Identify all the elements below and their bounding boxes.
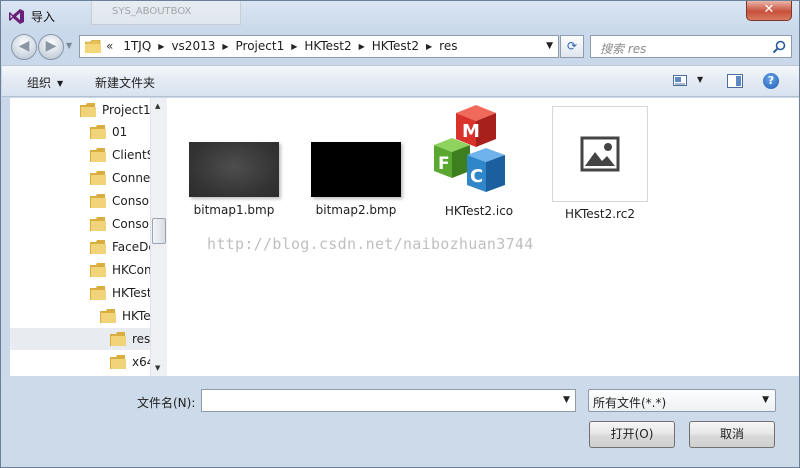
breadcrumb-res[interactable]: res bbox=[439, 39, 457, 53]
views-dropdown-icon[interactable]: ▼ bbox=[697, 75, 703, 84]
refresh-button[interactable]: ⟳ bbox=[560, 35, 584, 58]
folder-icon bbox=[85, 40, 101, 53]
folder-icon bbox=[80, 103, 96, 117]
visual-studio-icon bbox=[9, 9, 24, 24]
rc2-thumbnail bbox=[552, 106, 648, 202]
filename-dropdown-icon[interactable]: ▼ bbox=[563, 395, 570, 405]
tree-item-res[interactable]: res bbox=[10, 328, 150, 350]
file-name: HKTest2.rc2 bbox=[565, 207, 635, 221]
file-name: bitmap2.bmp bbox=[315, 203, 397, 217]
svg-text:M: M bbox=[462, 121, 480, 142]
search-input[interactable]: 搜索 res bbox=[590, 35, 792, 58]
import-dialog: 导入 SYS_ABOUTBOX ✕ ◀ ▶ ▼ « 1TJQ ▶ vs2013 … bbox=[0, 0, 800, 468]
folder-icon bbox=[90, 263, 106, 277]
tree-scrollbar[interactable]: ▲ ▼ bbox=[150, 98, 167, 376]
search-placeholder: 搜索 res bbox=[600, 42, 647, 56]
tree-item-hktest[interactable]: HKTest bbox=[90, 282, 150, 304]
folder-icon bbox=[100, 309, 116, 323]
file-list: bitmap1.bmp bitmap2.bmp M F C HKTest2.ic… bbox=[167, 98, 799, 376]
new-folder-button[interactable]: 新建文件夹 bbox=[95, 74, 155, 91]
breadcrumb-1tjq[interactable]: 1TJQ bbox=[123, 39, 151, 53]
file-type-select[interactable]: 所有文件(*.*) ▼ bbox=[588, 389, 776, 412]
recent-locations-dropdown-icon[interactable]: ▼ bbox=[66, 41, 72, 50]
folder-icon bbox=[110, 355, 126, 369]
breadcrumb-vs2013[interactable]: vs2013 bbox=[171, 39, 215, 53]
breadcrumb-project1[interactable]: Project1 bbox=[236, 39, 285, 53]
background-document-tab: SYS_ABOUTBOX bbox=[91, 1, 241, 25]
folder-icon bbox=[90, 240, 106, 254]
file-bitmap1[interactable]: bitmap1.bmp bbox=[184, 142, 284, 217]
address-bar[interactable]: « 1TJQ ▶ vs2013 ▶ Project1 ▶ HKTest2 ▶ H… bbox=[79, 35, 559, 58]
bitmap1-thumbnail bbox=[189, 142, 279, 197]
forward-button[interactable]: ▶ bbox=[38, 34, 64, 60]
tree-item-conne[interactable]: Conne bbox=[90, 167, 150, 189]
chevron-down-icon: ▼ bbox=[762, 395, 769, 405]
breadcrumb-hktest2[interactable]: HKTest2 bbox=[304, 39, 351, 53]
tree-item-clients[interactable]: ClientS bbox=[90, 144, 150, 166]
watermark-text: http://blog.csdn.net/naibozhuan3744 bbox=[207, 235, 534, 253]
back-button[interactable]: ◀ bbox=[11, 34, 37, 60]
tree-item-consol-2[interactable]: Consol bbox=[90, 213, 150, 235]
chevron-right-icon[interactable]: ▶ bbox=[222, 42, 228, 51]
breadcrumb-hktest2-sub[interactable]: HKTest2 bbox=[372, 39, 419, 53]
bitmap2-thumbnail bbox=[311, 142, 401, 197]
tree-item-x64[interactable]: x64 bbox=[110, 351, 150, 373]
tree-item-consol-1[interactable]: Consol bbox=[90, 190, 150, 212]
folder-icon bbox=[90, 148, 106, 162]
filename-label: 文件名(N): bbox=[137, 396, 196, 410]
change-view-icon[interactable] bbox=[673, 75, 687, 86]
scroll-up-icon[interactable]: ▲ bbox=[155, 102, 160, 110]
tree-item-project1[interactable]: Project1 bbox=[80, 99, 150, 121]
tree-item-hkcon[interactable]: HKCon bbox=[90, 259, 150, 281]
preview-pane-icon[interactable] bbox=[727, 74, 743, 88]
chevron-right-icon[interactable]: ▶ bbox=[291, 42, 297, 51]
breadcrumb-overflow[interactable]: « bbox=[106, 39, 113, 53]
svg-text:C: C bbox=[470, 166, 483, 187]
folder-icon bbox=[90, 125, 106, 139]
scroll-down-icon[interactable]: ▼ bbox=[155, 364, 160, 372]
scrollbar-thumb[interactable] bbox=[152, 218, 166, 244]
mfc-cubes-icon: M F C bbox=[434, 105, 505, 192]
filename-field[interactable] bbox=[201, 389, 576, 412]
folder-icon bbox=[90, 286, 106, 300]
title-bar: 导入 SYS_ABOUTBOX ✕ bbox=[1, 1, 799, 31]
file-name: bitmap1.bmp bbox=[193, 203, 275, 217]
chevron-right-icon[interactable]: ▶ bbox=[359, 42, 365, 51]
dialog-title: 导入 bbox=[31, 10, 56, 24]
image-file-icon bbox=[580, 136, 620, 172]
file-type-value: 所有文件(*.*) bbox=[593, 396, 667, 410]
chevron-right-icon[interactable]: ▶ bbox=[426, 42, 432, 51]
breadcrumb: « 1TJQ ▶ vs2013 ▶ Project1 ▶ HKTest2 ▶ H… bbox=[106, 39, 457, 53]
folder-icon bbox=[90, 171, 106, 185]
chevron-down-icon: ▼ bbox=[57, 79, 64, 88]
folder-tree: Project1 01 ClientS Conne Consol Consol … bbox=[10, 98, 150, 376]
file-hktest2-rc2[interactable]: HKTest2.rc2 bbox=[550, 106, 650, 221]
command-toolbar: 组织 ▼ 新建文件夹 ▼ ? bbox=[2, 65, 799, 97]
tree-item-facede[interactable]: FaceDe bbox=[90, 236, 150, 258]
close-button[interactable]: ✕ bbox=[746, 1, 792, 21]
tree-item-hkte[interactable]: HKTe bbox=[100, 305, 150, 327]
address-dropdown-icon[interactable]: ▼ bbox=[546, 41, 553, 51]
file-bitmap2[interactable]: bitmap2.bmp bbox=[306, 142, 406, 217]
tree-item-01[interactable]: 01 bbox=[90, 121, 127, 143]
file-name: HKTest2.ico bbox=[444, 204, 514, 218]
folder-icon bbox=[110, 332, 126, 346]
folder-icon bbox=[90, 217, 106, 231]
organize-menu[interactable]: 组织 ▼ bbox=[27, 74, 63, 91]
search-icon[interactable] bbox=[772, 40, 786, 54]
open-button[interactable]: 打开(O) bbox=[589, 421, 675, 448]
folder-icon bbox=[90, 194, 106, 208]
help-button[interactable]: ? bbox=[763, 73, 779, 89]
cancel-button[interactable]: 取消 bbox=[689, 421, 775, 448]
file-hktest2-ico[interactable]: M F C HKTest2.ico bbox=[429, 103, 529, 218]
svg-text:F: F bbox=[438, 154, 450, 174]
chevron-right-icon[interactable]: ▶ bbox=[158, 42, 164, 51]
